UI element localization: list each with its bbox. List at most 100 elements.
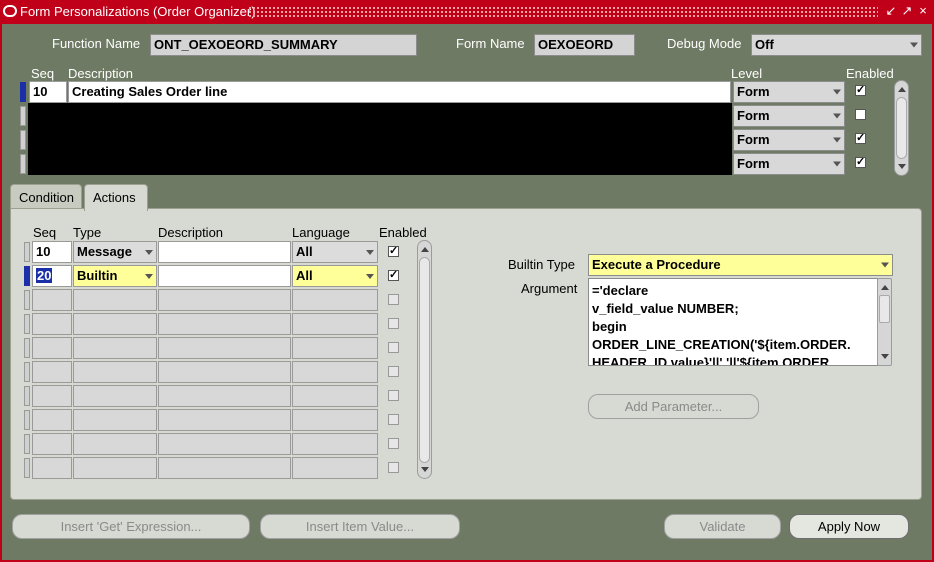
action-description-cell[interactable] [158,385,291,407]
actions-scrollbar[interactable] [417,240,432,479]
action-type-select[interactable] [73,409,157,431]
action-row-indicator[interactable] [24,242,30,262]
action-enabled-checkbox[interactable] [388,462,399,473]
action-description-cell[interactable] [158,337,291,359]
add-parameter-button[interactable]: Add Parameter... [588,394,759,419]
action-description-cell[interactable] [158,241,291,263]
action-type-select[interactable] [73,361,157,383]
rule-enabled-checkbox[interactable]: ✓ [855,133,866,144]
rule-level-select[interactable]: Form [733,153,845,175]
rule-level-select[interactable]: Form [733,129,845,151]
action-enabled-checkbox[interactable] [388,390,399,401]
action-description-cell[interactable] [158,289,291,311]
rule-level-select[interactable]: Form [733,81,845,103]
action-enabled-checkbox[interactable] [388,414,399,425]
action-seq-cell[interactable] [32,313,72,335]
rule-enabled-checkbox[interactable]: ✓ [855,85,866,96]
tab-actions[interactable]: Actions [84,184,148,211]
action-description-cell[interactable] [158,361,291,383]
action-language-select[interactable]: All [292,241,378,263]
action-enabled-checkbox[interactable] [388,294,399,305]
action-language-select[interactable] [292,457,378,479]
action-enabled-checkbox[interactable] [388,366,399,377]
validate-button[interactable]: Validate [664,514,781,539]
action-enabled-checkbox[interactable]: ✓ [388,270,399,281]
action-enabled-checkbox[interactable] [388,318,399,329]
rule-description-cell[interactable]: Creating Sales Order line [68,81,731,103]
action-row-indicator[interactable] [24,410,30,430]
argument-scrollbar[interactable] [877,278,892,366]
rule-row-indicator[interactable] [20,154,26,174]
action-type-select[interactable] [73,457,157,479]
rule-enabled-checkbox[interactable] [855,109,866,120]
action-type-select[interactable] [73,385,157,407]
minimize-icon[interactable]: ↙ [884,3,898,19]
scroll-down-icon[interactable] [420,467,429,472]
scrollbar-thumb[interactable] [879,295,890,323]
action-enabled-checkbox[interactable] [388,342,399,353]
scroll-down-icon[interactable] [880,354,889,359]
action-row-indicator[interactable] [24,434,30,454]
action-language-select[interactable] [292,409,378,431]
action-language-select[interactable] [292,361,378,383]
action-row-indicator[interactable] [24,458,30,478]
action-description-cell[interactable] [158,409,291,431]
debug-mode-select[interactable]: Off [751,34,922,56]
action-enabled-checkbox[interactable]: ✓ [388,246,399,257]
function-name-field[interactable]: ONT_OEXOEORD_SUMMARY [150,34,417,56]
action-seq-cell[interactable] [32,433,72,455]
action-seq-cell[interactable]: 20 [32,265,72,287]
action-language-select[interactable] [292,289,378,311]
close-icon[interactable]: × [916,3,930,19]
scrollbar-thumb[interactable] [896,97,907,159]
insert-item-value-button[interactable]: Insert Item Value... [260,514,460,539]
action-language-select[interactable] [292,313,378,335]
action-language-select[interactable] [292,385,378,407]
scroll-up-icon[interactable] [880,285,889,290]
action-language-select[interactable]: All [292,265,378,287]
scroll-down-icon[interactable] [897,164,906,169]
action-type-select[interactable]: Builtin [73,265,157,287]
maximize-icon[interactable]: ↗ [900,3,914,19]
tab-condition[interactable]: Condition [10,184,82,210]
action-type-select[interactable] [73,313,157,335]
action-row-indicator[interactable] [24,314,30,334]
rule-row-indicator[interactable] [20,106,26,126]
rules-scrollbar[interactable] [894,80,909,176]
action-description-cell[interactable] [158,265,291,287]
action-row-indicator[interactable] [24,338,30,358]
action-seq-cell[interactable] [32,361,72,383]
scroll-up-icon[interactable] [897,87,906,92]
action-row-indicator[interactable] [24,290,30,310]
action-enabled-checkbox[interactable] [388,438,399,449]
scroll-up-icon[interactable] [420,247,429,252]
action-description-cell[interactable] [158,433,291,455]
scrollbar-thumb[interactable] [419,257,430,463]
apply-now-button[interactable]: Apply Now [789,514,909,539]
rule-level-select[interactable]: Form [733,105,845,127]
insert-get-expression-button[interactable]: Insert 'Get' Expression... [12,514,250,539]
action-type-select[interactable]: Message [73,241,157,263]
action-seq-cell[interactable] [32,337,72,359]
form-name-field[interactable]: OEXOEORD [534,34,635,56]
action-seq-cell[interactable] [32,385,72,407]
action-seq-cell[interactable] [32,289,72,311]
rule-row-indicator[interactable] [20,130,26,150]
action-type-select[interactable] [73,289,157,311]
action-row-indicator[interactable] [24,266,30,286]
rule-seq-cell[interactable]: 10 [29,81,67,103]
action-seq-cell[interactable] [32,457,72,479]
action-type-select[interactable] [73,337,157,359]
action-seq-cell[interactable] [32,409,72,431]
action-description-cell[interactable] [158,313,291,335]
rule-enabled-checkbox[interactable]: ✓ [855,157,866,168]
rule-row-indicator[interactable] [20,82,26,102]
action-language-select[interactable] [292,337,378,359]
action-row-indicator[interactable] [24,362,30,382]
action-language-select[interactable] [292,433,378,455]
action-type-select[interactable] [73,433,157,455]
builtin-type-select[interactable]: Execute a Procedure [588,254,893,276]
action-description-cell[interactable] [158,457,291,479]
action-row-indicator[interactable] [24,386,30,406]
action-seq-cell[interactable]: 10 [32,241,72,263]
